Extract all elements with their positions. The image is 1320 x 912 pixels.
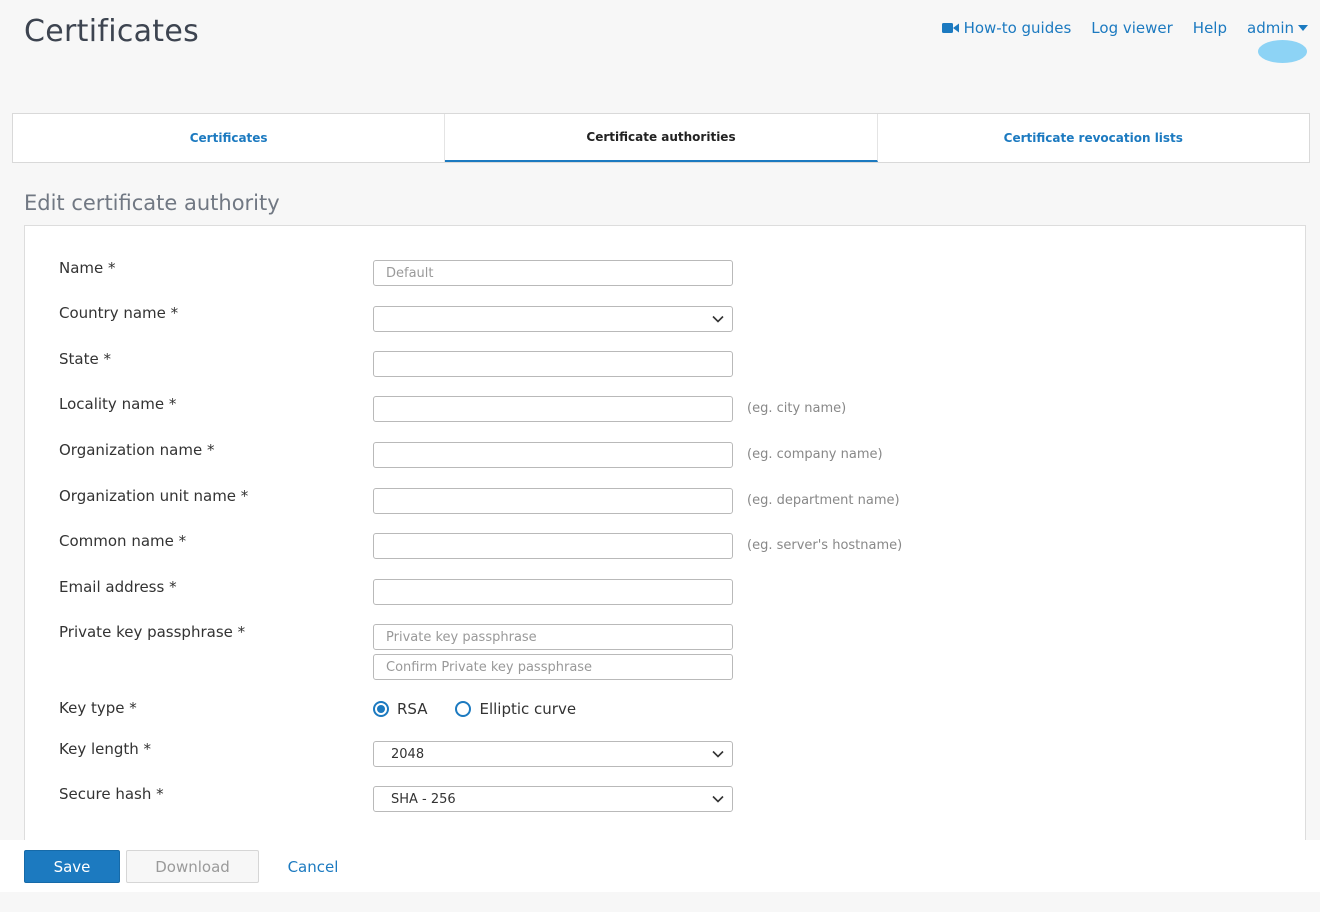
radio-unchecked-icon: [455, 701, 472, 717]
key-length-label: Key length *: [59, 740, 152, 758]
locality-hint: (eg. city name): [747, 401, 847, 416]
key-type-radio-group: RSA Elliptic curve: [373, 700, 576, 718]
key-length-select[interactable]: 2048: [373, 741, 733, 767]
howto-guides-label: How-to guides: [963, 19, 1072, 37]
key-type-label: Key type *: [59, 699, 137, 717]
chevron-down-icon: [712, 795, 724, 803]
passphrase-label: Private key passphrase *: [59, 623, 246, 641]
download-button[interactable]: Download: [126, 850, 259, 883]
form-panel: Name * Default Country name * State * Lo…: [24, 225, 1306, 865]
top-nav: How-to guides Log viewer Help admin: [941, 19, 1308, 37]
organization-label: Organization name *: [59, 441, 215, 459]
country-select[interactable]: [373, 306, 733, 332]
caret-down-icon: [1298, 25, 1308, 31]
email-label: Email address *: [59, 578, 177, 596]
cancel-button[interactable]: Cancel: [280, 850, 346, 883]
org-unit-label: Organization unit name *: [59, 487, 249, 505]
section-title: Edit certificate authority: [24, 191, 280, 215]
howto-guides-link[interactable]: How-to guides: [941, 19, 1072, 37]
country-label: Country name *: [59, 304, 179, 322]
common-name-hint: (eg. server's hostname): [747, 538, 903, 553]
page-title: Certificates: [24, 14, 200, 49]
locality-field[interactable]: [373, 396, 733, 422]
save-button[interactable]: Save: [24, 850, 120, 883]
chevron-down-icon: [712, 750, 724, 758]
help-link[interactable]: Help: [1193, 19, 1227, 37]
radio-checked-icon: [373, 701, 389, 717]
common-name-field[interactable]: [373, 533, 733, 559]
tab-bar: Certificates Certificate authorities Cer…: [12, 113, 1310, 163]
avatar: [1258, 40, 1307, 63]
secure-hash-label: Secure hash *: [59, 785, 164, 803]
key-type-rsa-radio[interactable]: RSA: [373, 700, 427, 718]
key-type-rsa-label: RSA: [397, 700, 428, 718]
user-menu[interactable]: admin: [1247, 19, 1308, 37]
organization-field[interactable]: [373, 442, 733, 468]
name-field[interactable]: Default: [373, 260, 733, 286]
organization-hint: (eg. company name): [747, 447, 883, 462]
secure-hash-select[interactable]: SHA - 256: [373, 786, 733, 812]
user-name: admin: [1247, 19, 1294, 37]
confirm-passphrase-field[interactable]: Confirm Private key passphrase: [373, 654, 733, 680]
tab-certificate-authorities[interactable]: Certificate authorities: [445, 114, 878, 162]
key-type-elliptic-label: Elliptic curve: [479, 700, 577, 718]
state-label: State *: [59, 350, 111, 368]
key-length-value: 2048: [391, 746, 425, 762]
passphrase-field[interactable]: Private key passphrase: [373, 624, 733, 650]
key-type-elliptic-radio[interactable]: Elliptic curve: [455, 700, 576, 718]
state-field[interactable]: [373, 351, 733, 377]
tab-certificates[interactable]: Certificates: [13, 114, 446, 162]
org-unit-hint: (eg. department name): [747, 493, 900, 508]
tab-certificate-revocation-lists[interactable]: Certificate revocation lists: [878, 114, 1309, 162]
video-camera-icon: [941, 22, 959, 34]
footer-bar: Save Download Cancel: [0, 840, 1320, 892]
log-viewer-link[interactable]: Log viewer: [1091, 19, 1173, 37]
email-field[interactable]: [373, 579, 733, 605]
name-label: Name *: [59, 259, 116, 277]
chevron-down-icon: [712, 315, 724, 323]
locality-label: Locality name *: [59, 395, 177, 413]
secure-hash-value: SHA - 256: [391, 791, 456, 807]
org-unit-field[interactable]: [373, 488, 733, 514]
common-name-label: Common name *: [59, 532, 187, 550]
